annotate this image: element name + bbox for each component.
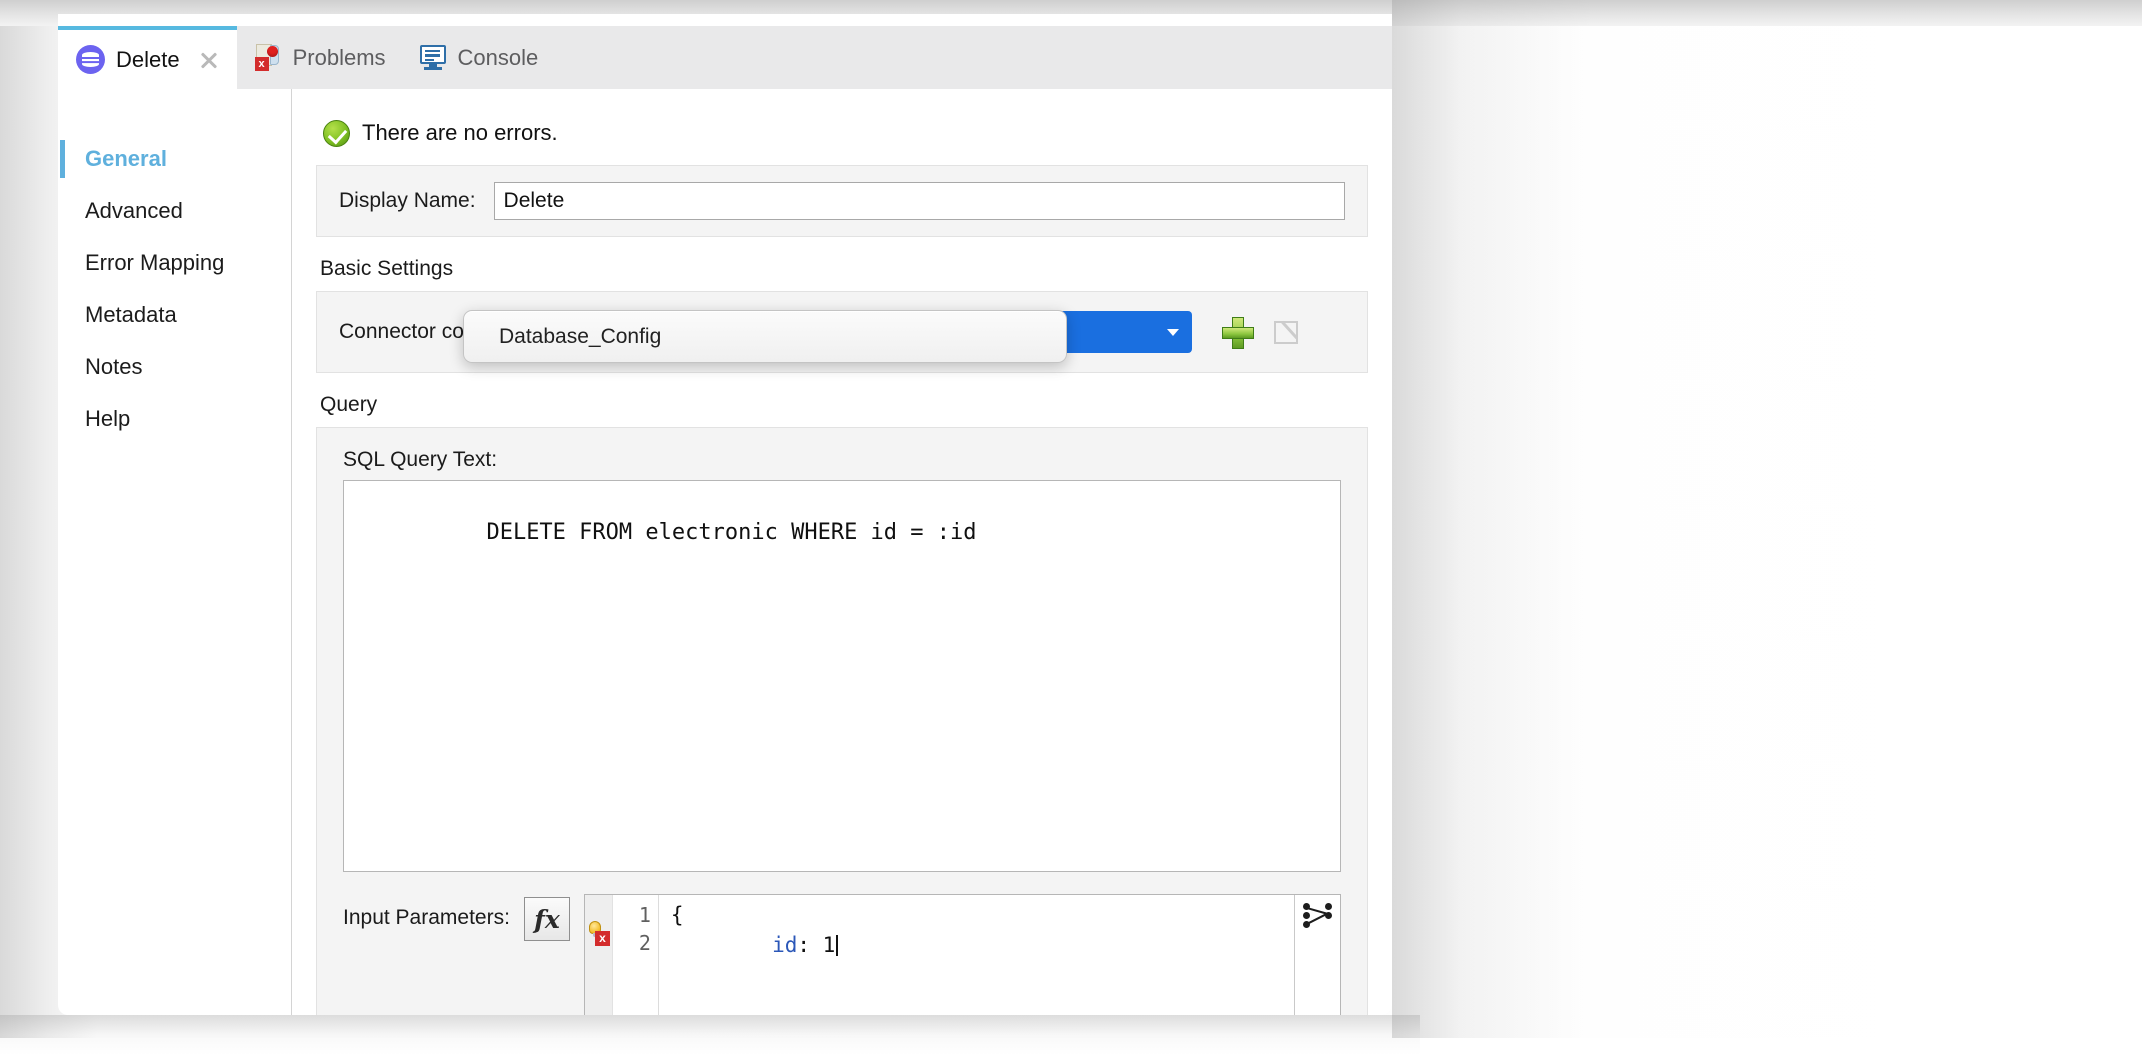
text-caret	[836, 935, 838, 956]
display-name-input[interactable]: Delete	[494, 182, 1345, 220]
editor-side-toolbar	[1294, 895, 1340, 1015]
code-line-1: {	[671, 903, 684, 927]
display-name-label: Display Name:	[339, 189, 476, 213]
edit-icon	[1274, 318, 1303, 347]
window-top-strip	[58, 14, 1392, 26]
sidebar-item-metadata[interactable]: Metadata	[58, 289, 291, 341]
connector-configuration-popup[interactable]: Database_Config	[463, 310, 1067, 363]
fx-button[interactable]: fx	[524, 897, 570, 941]
add-icon[interactable]	[1222, 317, 1252, 347]
sidebar-item-label: Metadata	[85, 302, 177, 328]
sidebar-item-label: Notes	[85, 354, 142, 380]
sidebar-item-error-mapping[interactable]: Error Mapping	[58, 237, 291, 289]
sidebar-item-general[interactable]: General	[58, 133, 291, 185]
input-parameters-code[interactable]: { id: 1	[659, 895, 1294, 1015]
code-value: 1	[823, 933, 836, 957]
line-number: 2	[639, 931, 651, 955]
sidebar-item-advanced[interactable]: Advanced	[58, 185, 291, 237]
sidebar-item-label: General	[85, 146, 167, 172]
database-icon	[76, 45, 105, 74]
sql-query-textarea[interactable]: DELETE FROM electronic WHERE id = :id	[343, 480, 1341, 872]
window-right-shadow	[1392, 0, 1592, 1038]
sidebar-item-notes[interactable]: Notes	[58, 341, 291, 393]
display-name-value: Delete	[504, 189, 565, 213]
window-bottom-shadow	[0, 1015, 1420, 1055]
status-message: There are no errors.	[362, 120, 558, 146]
tab-delete-label: Delete	[116, 47, 180, 73]
properties-window: Delete x Problems Console General Advanc…	[58, 14, 1392, 1015]
tab-console-label: Console	[458, 45, 539, 71]
sql-query-text-label: SQL Query Text:	[317, 428, 1367, 480]
properties-content: There are no errors. Display Name: Delet…	[292, 89, 1392, 1015]
close-icon[interactable]	[197, 48, 221, 72]
sidebar-item-label: Error Mapping	[85, 250, 224, 276]
console-icon	[420, 45, 447, 70]
query-panel: SQL Query Text: DELETE FROM electronic W…	[316, 427, 1368, 1015]
check-circle-icon	[323, 120, 350, 147]
tab-delete[interactable]: Delete	[58, 26, 237, 89]
problems-icon: x	[255, 44, 282, 71]
sql-query-value: DELETE FROM electronic WHERE id = :id	[486, 520, 976, 545]
sidebar-item-label: Help	[85, 406, 130, 432]
error-marker-icon[interactable]: x	[587, 921, 611, 947]
display-name-panel: Display Name: Delete	[316, 165, 1368, 237]
transform-icon[interactable]	[1303, 903, 1333, 930]
input-parameters-editor[interactable]: x 12 { id: 1	[584, 894, 1341, 1015]
input-parameters-label: Input Parameters:	[343, 894, 510, 930]
tab-problems-label: Problems	[293, 45, 386, 71]
query-title: Query	[292, 373, 1392, 427]
code-key: id	[772, 933, 797, 957]
editor-marker-gutter: x	[585, 895, 613, 1015]
sidebar-item-help[interactable]: Help	[58, 393, 291, 445]
tab-console[interactable]: Console	[402, 26, 555, 89]
properties-sidebar: General Advanced Error Mapping Metadata …	[58, 89, 292, 1015]
status-banner: There are no errors.	[292, 89, 1392, 151]
editor-tab-bar: Delete x Problems Console	[58, 26, 1392, 89]
code-separator: :	[797, 933, 822, 957]
sidebar-item-label: Advanced	[85, 198, 183, 224]
window-body: General Advanced Error Mapping Metadata …	[58, 89, 1392, 1015]
input-parameters-row: Input Parameters: fx x 12 { id: 1	[317, 872, 1367, 1015]
basic-settings-title: Basic Settings	[292, 237, 1392, 291]
editor-line-numbers: 12	[613, 895, 659, 1015]
line-number: 1	[639, 903, 651, 927]
tab-problems[interactable]: x Problems	[237, 26, 402, 89]
connector-configuration-value: Database_Config	[499, 325, 661, 349]
